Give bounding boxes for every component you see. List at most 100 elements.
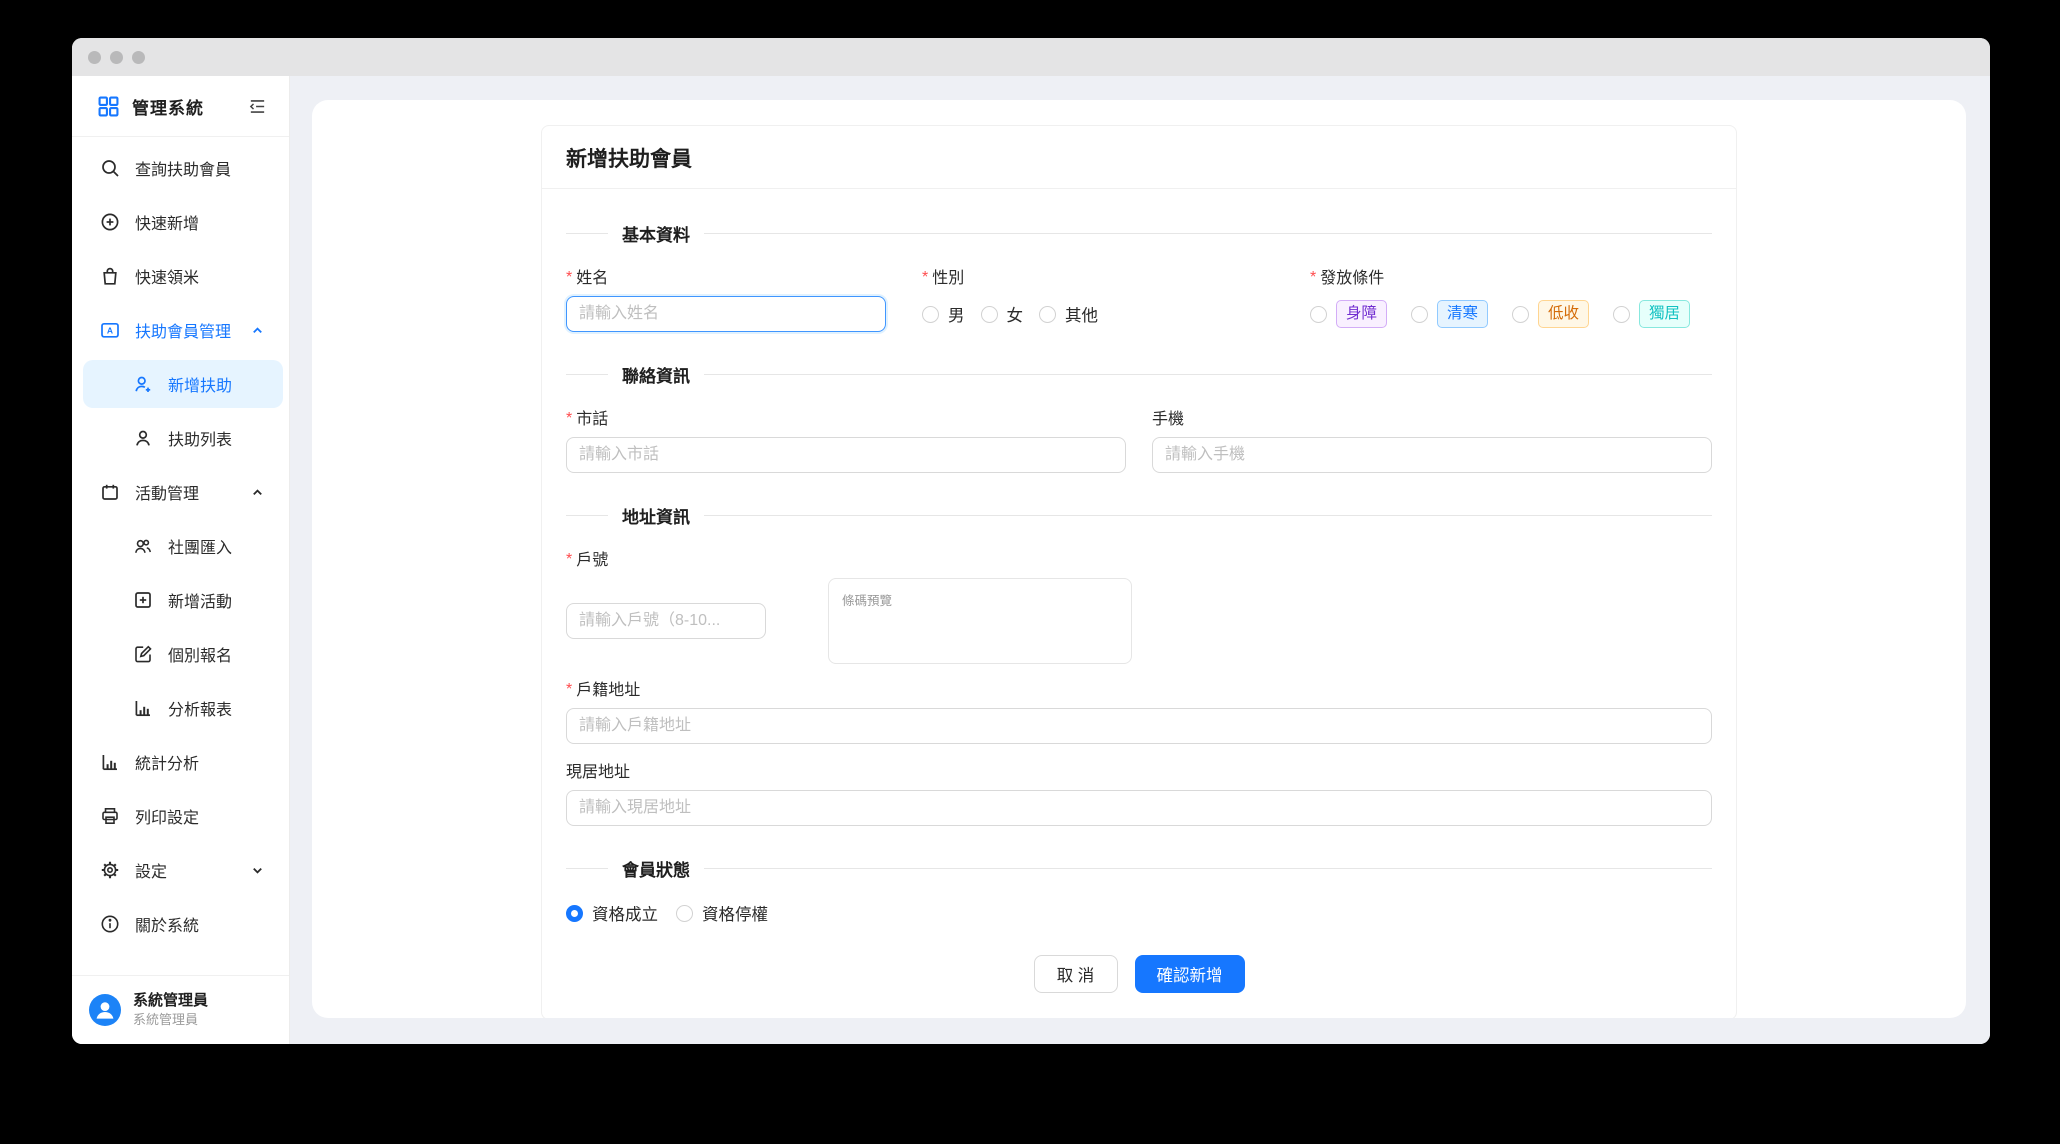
add-member-form-card: 新增扶助會員 基本資料 *姓名 *性別 男 (541, 125, 1737, 1018)
plus-square-icon (133, 590, 153, 610)
gender-option-male[interactable]: 男 (922, 302, 965, 326)
radio-icon (922, 306, 939, 323)
field-current-address: 現居地址 (566, 760, 1712, 826)
name-input[interactable] (566, 296, 886, 332)
landline-label: 市話 (576, 405, 608, 429)
app-title: 管理系統 (132, 94, 204, 119)
field-household-no: *戶號 條碼預覽 (566, 548, 1712, 664)
submit-button[interactable]: 確認新增 (1135, 955, 1245, 993)
chevron-down-icon (251, 864, 264, 877)
plus-circle-icon (100, 212, 120, 232)
required-mark: * (566, 269, 572, 287)
section-title-status: 會員狀態 (566, 856, 1712, 881)
barcode-preview-label: 條碼預覽 (842, 594, 892, 608)
landline-input[interactable] (566, 437, 1126, 473)
window-dot[interactable] (110, 51, 123, 64)
field-name: *姓名 (566, 266, 886, 332)
registered-address-input[interactable] (566, 708, 1712, 744)
current-address-input[interactable] (566, 790, 1712, 826)
idcard-icon: A (100, 320, 120, 340)
sidebar-item-statistics[interactable]: 統計分析 (72, 735, 289, 789)
form-title: 新增扶助會員 (542, 126, 1736, 189)
sidebar-item-analysis-report[interactable]: 分析報表 (72, 681, 289, 735)
calendar-icon (100, 482, 120, 502)
avatar (89, 994, 121, 1026)
cancel-button[interactable]: 取 消 (1034, 955, 1118, 993)
condition-option-poor[interactable]: 清寒 (1411, 300, 1488, 327)
radio-icon (1512, 306, 1529, 323)
user-profile[interactable]: 系統管理員 系統管理員 (72, 975, 289, 1044)
condition-option-alone[interactable]: 獨居 (1613, 300, 1690, 327)
gender-option-other[interactable]: 其他 (1039, 302, 1098, 326)
required-mark: * (566, 681, 572, 699)
user-role: 系統管理員 (133, 1011, 208, 1029)
gender-label: 性別 (932, 264, 964, 288)
condition-label: 發放條件 (1320, 264, 1384, 288)
tag-disability: 身障 (1336, 300, 1387, 327)
current-address-label: 現居地址 (566, 758, 630, 782)
team-icon (133, 536, 153, 556)
sidebar-item-assist-list[interactable]: 扶助列表 (72, 411, 289, 465)
section-title-address: 地址資訊 (566, 503, 1712, 528)
bar-chart-icon (133, 698, 153, 718)
sidebar-item-about[interactable]: 關於系統 (72, 897, 289, 951)
window-titlebar (72, 38, 1990, 76)
user-name: 系統管理員 (133, 991, 208, 1011)
content-panel: 新增扶助會員 基本資料 *姓名 *性別 男 (312, 100, 1966, 1018)
bag-icon (100, 266, 120, 286)
registered-address-label: 戶籍地址 (576, 676, 640, 700)
field-condition: *發放條件 身障 清寒 低收 獨居 (1310, 266, 1714, 332)
sidebar-item-activity-management[interactable]: 活動管理 (72, 465, 289, 519)
tag-low-income: 低收 (1538, 300, 1589, 327)
barcode-preview-box: 條碼預覽 (828, 578, 1132, 664)
radio-checked-icon (566, 905, 583, 922)
tag-poor: 清寒 (1437, 300, 1488, 327)
section-title-basic: 基本資料 (566, 221, 1712, 246)
sidebar-item-quick-add[interactable]: 快速新增 (72, 195, 289, 249)
required-mark: * (922, 269, 928, 287)
sidebar-item-add-assist[interactable]: 新增扶助 (83, 360, 283, 408)
search-icon (100, 158, 120, 178)
window-dot[interactable] (88, 51, 101, 64)
chevron-up-icon (251, 486, 264, 499)
sidebar-item-add-activity[interactable]: 新增活動 (72, 573, 289, 627)
required-mark: * (566, 551, 572, 569)
window-dot[interactable] (132, 51, 145, 64)
radio-icon (1039, 306, 1056, 323)
radio-icon (676, 905, 693, 922)
bar-chart-icon (100, 752, 120, 772)
status-option-suspended[interactable]: 資格停權 (676, 901, 768, 925)
printer-icon (100, 806, 120, 826)
sidebar-item-quick-rice[interactable]: 快速領米 (72, 249, 289, 303)
household-no-input[interactable] (566, 603, 766, 639)
svg-text:A: A (107, 326, 113, 336)
field-landline: *市話 (566, 407, 1126, 473)
field-registered-address: *戶籍地址 (566, 678, 1712, 744)
sidebar-item-individual-signup[interactable]: 個別報名 (72, 627, 289, 681)
sidebar-item-member-management[interactable]: A 扶助會員管理 (72, 303, 289, 357)
required-mark: * (1310, 269, 1316, 287)
mobile-input[interactable] (1152, 437, 1712, 473)
gender-option-female[interactable]: 女 (981, 302, 1024, 326)
mobile-label: 手機 (1152, 405, 1184, 429)
radio-icon (1310, 306, 1327, 323)
radio-icon (981, 306, 998, 323)
field-gender: *性別 男 女 其他 (922, 266, 1274, 332)
sidebar-nav: 查詢扶助會員 快速新增 快速領米 A 扶助會員管理 新增扶助 (72, 137, 289, 951)
app-window: 管理系統 查詢扶助會員 快速新增 快速領米 (72, 38, 1990, 1044)
menu-fold-icon[interactable] (248, 97, 267, 116)
edit-icon (133, 644, 153, 664)
sidebar-item-settings[interactable]: 設定 (72, 843, 289, 897)
sidebar-item-search-member[interactable]: 查詢扶助會員 (72, 141, 289, 195)
condition-option-low-income[interactable]: 低收 (1512, 300, 1589, 327)
info-icon (100, 914, 120, 934)
required-mark: * (566, 410, 572, 428)
chevron-up-icon (251, 324, 264, 337)
name-label: 姓名 (576, 264, 608, 288)
sidebar-item-print-settings[interactable]: 列印設定 (72, 789, 289, 843)
condition-option-disability[interactable]: 身障 (1310, 300, 1387, 327)
radio-icon (1613, 306, 1630, 323)
status-option-qualified[interactable]: 資格成立 (566, 901, 658, 925)
sidebar-item-club-import[interactable]: 社團匯入 (72, 519, 289, 573)
field-mobile: 手機 (1152, 407, 1712, 473)
